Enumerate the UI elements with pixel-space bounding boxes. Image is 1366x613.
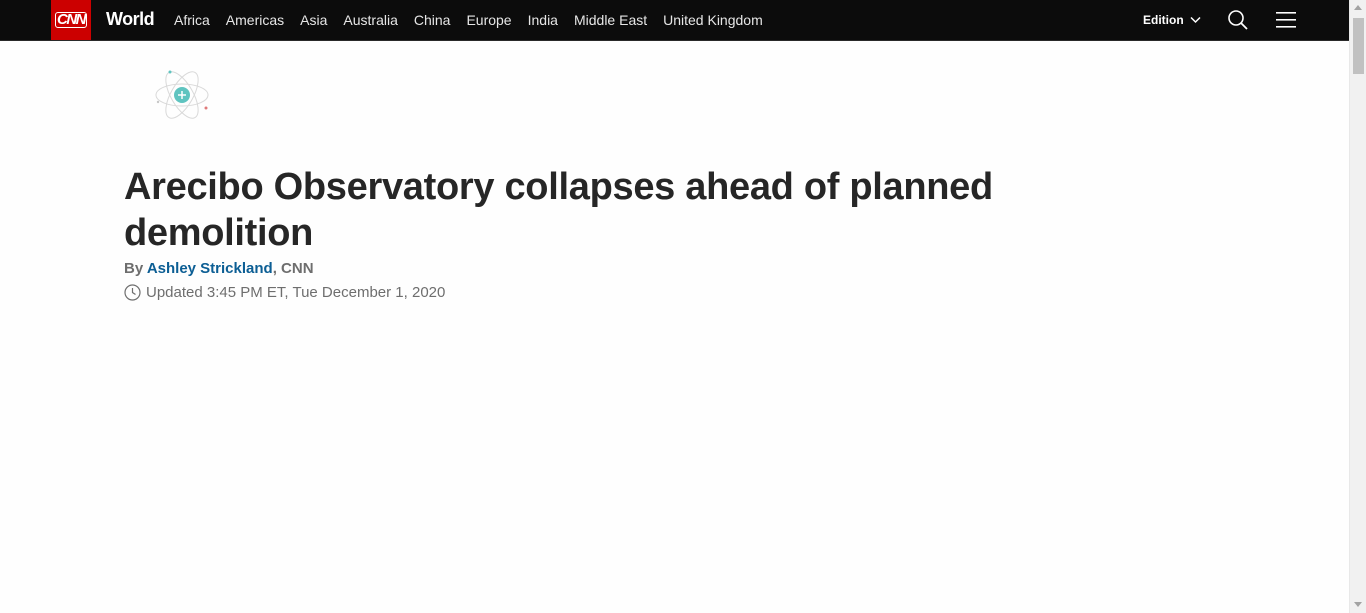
article-timestamp: Updated 3:45 PM ET, Tue December 1, 2020 [124,284,445,301]
menu-icon[interactable] [1276,11,1296,29]
article-byline: By Ashley Strickland, CNN [124,260,314,277]
nav-item-africa[interactable]: Africa [174,12,210,28]
timestamp-text: Updated 3:45 PM ET, Tue December 1, 2020 [146,284,446,301]
article-headline: Arecibo Observatory collapses ahead of p… [124,166,993,254]
edition-dropdown[interactable]: Edition [1143,13,1201,27]
clock-icon [124,284,141,301]
nav-item-india[interactable]: India [528,12,558,28]
nav-item-asia[interactable]: Asia [300,12,327,28]
cnn-logo[interactable]: CNN [51,0,91,40]
nav-item-united-kingdom[interactable]: United Kingdom [663,12,763,28]
edition-label: Edition [1143,13,1184,27]
chevron-down-icon [1190,16,1201,24]
section-nav: Africa Americas Asia Australia China Eur… [174,0,779,40]
section-title[interactable]: World [106,9,155,30]
scroll-down-arrow-icon[interactable] [1354,602,1362,607]
scroll-up-arrow-icon[interactable] [1354,5,1362,10]
atom-icon [155,70,209,119]
author-link[interactable]: Ashley Strickland [147,260,273,277]
cnn-logo-text: CNN [55,11,87,28]
byline-source: , CNN [272,260,314,277]
search-icon[interactable] [1227,9,1249,31]
nav-item-europe[interactable]: Europe [466,12,511,28]
top-navigation-bar: CNN World Africa Americas Asia Australia… [0,0,1349,41]
nav-item-middle-east[interactable]: Middle East [574,12,647,28]
byline-prefix: By [124,260,144,277]
nav-item-australia[interactable]: Australia [343,12,397,28]
page-scrollbar[interactable] [1349,0,1366,613]
nav-item-americas[interactable]: Americas [226,12,284,28]
scrollbar-thumb[interactable] [1353,18,1364,74]
nav-item-china[interactable]: China [414,12,451,28]
